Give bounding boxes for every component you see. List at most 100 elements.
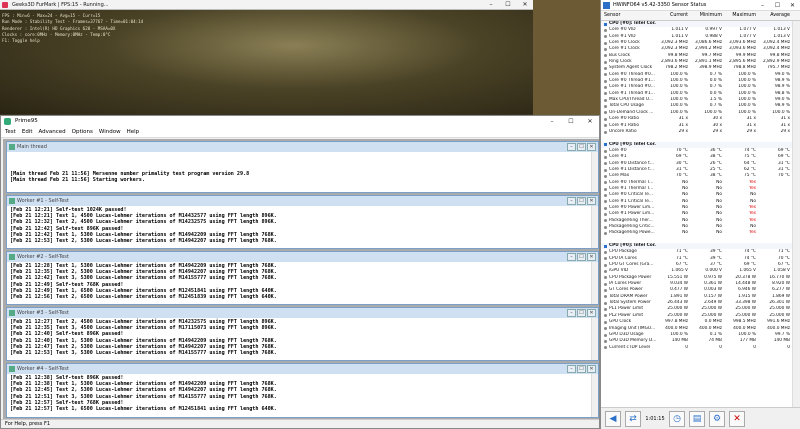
maximize-icon[interactable]: ☐ [562,116,580,127]
pane-titlebar[interactable]: Worker #4 - Self-Test – ☐ ✕ [7,364,598,374]
hwinfo-window[interactable]: HWiNFO64 v5.42-3350 Sensor Status – ☐ ✕ … [600,0,800,429]
maximize-icon[interactable]: ☐ [577,197,586,205]
pane-worker-1[interactable]: Worker #1 - Self-Test – ☐ ✕ [Feb 21 12:2… [6,195,599,249]
sensor-row[interactable]: Current cTDP Level 0 0 0 0 [601,345,793,351]
close-icon[interactable]: ✕ [785,0,800,11]
pane-scrollbar[interactable] [591,374,598,417]
sensor-label: Package/Ring Powe... [609,230,655,236]
sensor-icon [604,308,607,312]
sensor-icon [604,200,607,204]
maximize-icon[interactable]: ☐ [577,143,586,151]
pane-worker-4[interactable]: Worker #4 - Self-Test – ☐ ✕ [Feb 21 12:3… [6,363,599,418]
minimize-icon[interactable]: – [567,365,576,373]
pane-worker-2[interactable]: Worker #2 - Self-Test – ☐ ✕ [Feb 21 12:2… [6,251,599,305]
close-icon[interactable]: ✕ [587,253,596,261]
pane-titlebar[interactable]: Worker #3 - Self-Test – ☐ ✕ [7,308,598,318]
window-icon [9,366,15,372]
sensor-icon [604,155,607,159]
sensor-icon [604,35,607,39]
pane-titlebar[interactable]: Worker #1 - Self-Test – ☐ ✕ [7,196,598,206]
minimize-icon[interactable]: – [567,197,576,205]
column-header[interactable]: Current [656,11,690,20]
furmark-titlebar[interactable]: Geeks3D FurMark | FPS:15 - Running... – … [0,0,533,10]
sensor-icon [604,149,607,153]
minimize-icon[interactable]: – [755,0,770,11]
maximize-icon[interactable]: ☐ [770,0,785,11]
log-line: [Feb 21 12:53] Test 3, 5300 Lucas-Lehmer… [10,350,277,357]
report-icon[interactable]: ▤ [689,410,705,427]
log-line: [Main thread Feb 21 11:56] Starting work… [10,177,145,184]
minimize-icon[interactable]: – [567,143,576,151]
navigate-left-icon[interactable]: ◀ [605,410,621,427]
sensor-icon [604,29,607,33]
close-icon[interactable]: ✕ [587,309,596,317]
maximize-icon[interactable]: ☐ [577,253,586,261]
sensor-icon [604,130,607,134]
furmark-stat-line: Run Mode : Stability Test - Frames=37767… [2,19,144,25]
pane-log: [Feb 21 12:21] Self-test 1024K passed! [… [7,206,598,245]
log-line: [Feb 21 12:56] Test 2, 6500 Lucas-Lehmer… [10,294,277,301]
maximize-icon[interactable]: ☐ [577,309,586,317]
close-icon[interactable]: ✕ [587,197,596,205]
maximize-icon[interactable]: ☐ [500,0,516,10]
hwinfo-app-icon [603,2,610,9]
close-sensors-icon[interactable]: ✕ [729,410,745,427]
settings-icon[interactable]: ⚙ [709,410,725,427]
minimize-icon[interactable]: – [483,0,499,10]
sensor-icon [604,276,607,280]
network-icon[interactable]: ⇄ [625,410,641,427]
pane-title: Worker #2 - Self-Test [17,254,69,260]
window-icon [9,310,15,316]
sensor-value: 29 x [678,128,688,134]
sensor-table-scrollbar[interactable] [792,21,800,407]
close-icon[interactable]: ✕ [517,0,533,10]
sensor-row[interactable]: Package/Ring Powe... No No Yes [601,230,793,236]
prime95-window[interactable]: Prime95 – ☐ ✕ Test Edit Advanced Options… [0,115,600,429]
menu-test[interactable]: Test [5,127,16,137]
clock-icon[interactable]: ◷ [669,410,685,427]
pane-log: [Feb 21 12:28] Test 1, 5300 Lucas-Lehmer… [7,262,598,301]
pane-scrollbar[interactable] [591,262,598,304]
pane-scrollbar[interactable] [591,152,598,192]
sensor-table-header: Sensor Current Minimum Maximum Average [601,11,800,21]
maximize-icon[interactable]: ☐ [577,365,586,373]
pane-scrollbar[interactable] [591,318,598,360]
sensor-icon [604,86,607,90]
furmark-window[interactable]: Geeks3D FurMark | FPS:15 - Running... – … [0,0,533,114]
column-header[interactable]: Minimum [690,11,724,20]
minimize-icon[interactable]: – [567,309,576,317]
sensor-icon [604,301,607,305]
menu-advanced[interactable]: Advanced [39,127,66,137]
menu-help[interactable]: Help [127,127,140,137]
menu-edit[interactable]: Edit [22,127,33,137]
pane-main-thread[interactable]: Main thread – ☐ ✕ [Main thread Feb 21 11… [6,141,599,193]
menu-window[interactable]: Window [99,127,121,137]
sensor-table: CPU [#0]: Intel Cor... Core #0 VID 1.011 V… [601,21,793,407]
sensor-icon [604,339,607,343]
column-header[interactable]: Average [758,11,792,20]
furmark-app-icon [2,2,8,8]
close-icon[interactable]: ✕ [587,365,596,373]
pane-log: [Feb 21 12:27] Test 2, 4500 Lucas-Lehmer… [7,318,598,357]
prime95-titlebar[interactable]: Prime95 – ☐ ✕ [1,116,599,127]
sensor-icon [604,181,607,185]
column-header[interactable]: Sensor [601,11,656,20]
pane-log: [Main thread Feb 21 11:56] Mersenne numb… [7,152,598,184]
window-icon [9,198,15,204]
close-icon[interactable]: ✕ [587,143,596,151]
menu-options[interactable]: Options [72,127,93,137]
hwinfo-titlebar[interactable]: HWiNFO64 v5.42-3350 Sensor Status – ☐ ✕ [601,0,800,11]
close-icon[interactable]: ✕ [581,116,599,127]
sensor-icon [604,206,607,210]
minimize-icon[interactable]: – [543,116,561,127]
pane-scrollbar[interactable] [591,206,598,248]
minimize-icon[interactable]: – [567,253,576,261]
sensor-icon [604,174,607,178]
sensor-icon [604,111,607,115]
pane-titlebar[interactable]: Worker #2 - Self-Test – ☐ ✕ [7,252,598,262]
log-line: [Feb 21 12:57] Test 1, 6500 Lucas-Lehmer… [10,406,277,413]
column-header[interactable]: Maximum [724,11,758,20]
pane-worker-3[interactable]: Worker #3 - Self-Test – ☐ ✕ [Feb 21 12:2… [6,307,599,361]
pane-titlebar[interactable]: Main thread – ☐ ✕ [7,142,598,152]
sensor-row[interactable]: Uncore Ratio 29 x 29 x 29 x 29 x [601,129,793,135]
